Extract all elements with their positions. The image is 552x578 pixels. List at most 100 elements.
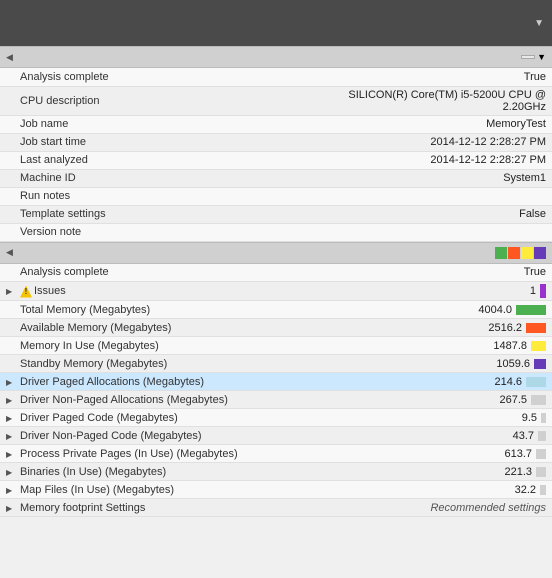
run-info-value: 2014-12-12 2:28:27 PM [304, 151, 552, 169]
memory-row-label: Memory footprint Settings [20, 502, 145, 514]
table-row[interactable]: ▶Driver Non-Paged Allocations (Megabytes… [0, 391, 552, 409]
bar-indicator [540, 485, 546, 495]
bar-indicator [540, 284, 546, 298]
run-info-label: Last analyzed [0, 151, 304, 169]
memory-row-label: Total Memory (Megabytes) [20, 304, 150, 316]
color-indicator-box [495, 247, 507, 259]
memory-label-cell: Analysis complete [0, 264, 304, 282]
memory-label-cell: ▶Map Files (In Use) (Megabytes) [0, 481, 304, 499]
table-row[interactable]: ▶!Issues 1 [0, 282, 552, 301]
memory-label-cell: ▶Binaries (In Use) (Megabytes) [0, 463, 304, 481]
table-row: Job name MemoryTest [0, 115, 552, 133]
memory-label-cell: Memory In Use (Megabytes) [0, 337, 304, 355]
memory-row-value: 1487.8 [493, 340, 527, 352]
expand-icon[interactable]: ▶ [6, 468, 20, 477]
memory-value-cell: 2516.2 [304, 319, 552, 337]
memory-label-cell: ▶Driver Non-Paged Code (Megabytes) [0, 427, 304, 445]
run-info-section: ◀ ▼ Analysis complete True CPU descripti… [0, 46, 552, 242]
memory-value-cell: 221.3 [304, 463, 552, 481]
memory-label-cell: ▶Memory footprint Settings [0, 499, 304, 517]
memory-row-label: Driver Non-Paged Code (Megabytes) [20, 430, 202, 442]
memory-row-value: 221.3 [504, 466, 532, 478]
memory-footprint-table: Analysis complete True ▶!Issues 1 Total … [0, 264, 552, 518]
select-rows-button[interactable] [521, 55, 535, 59]
select-rows-dropdown-icon[interactable]: ▼ [537, 52, 546, 62]
memory-value-cell: 32.2 [304, 481, 552, 499]
run-info-value: 2014-12-12 2:28:27 PM [304, 133, 552, 151]
table-row[interactable]: Memory In Use (Megabytes) 1487.8 [0, 337, 552, 355]
memory-row-label: Map Files (In Use) (Megabytes) [20, 484, 174, 496]
expand-icon[interactable]: ▶ [6, 414, 20, 423]
memory-collapse-icon[interactable]: ◀ [6, 247, 20, 258]
memory-row-label: Standby Memory (Megabytes) [20, 358, 167, 370]
memory-row-value: 267.5 [499, 394, 527, 406]
run-info-label: Analysis complete [0, 68, 304, 86]
expand-icon[interactable]: ▶ [6, 450, 20, 459]
memory-row-label: Memory In Use (Megabytes) [20, 340, 159, 352]
memory-row-label: Available Memory (Megabytes) [20, 322, 171, 334]
run-info-value: True [304, 68, 552, 86]
expand-icon[interactable]: ▶ [6, 486, 20, 495]
bar-indicator [531, 395, 546, 405]
run-info-value [304, 223, 552, 241]
table-row[interactable]: Available Memory (Megabytes) 2516.2 [0, 319, 552, 337]
memory-row-value: 2516.2 [488, 322, 522, 334]
expand-icon[interactable]: ▶ [6, 396, 20, 405]
table-row: CPU description SILICON(R) Core(TM) i5-5… [0, 86, 552, 115]
run-info-value [304, 187, 552, 205]
memory-label-cell: ▶Process Private Pages (In Use) (Megabyt… [0, 445, 304, 463]
memory-value-cell: True [304, 264, 552, 282]
memory-label-cell: ▶!Issues [0, 282, 304, 301]
table-row: Run notes [0, 187, 552, 205]
memory-value-cell: 1059.6 [304, 355, 552, 373]
bar-indicator [531, 341, 546, 351]
run-info-collapse-icon[interactable]: ◀ [6, 52, 20, 63]
memory-label-cell: ▶Driver Paged Allocations (Megabytes) [0, 373, 304, 391]
run-info-label: Run notes [0, 187, 304, 205]
table-row: Job start time 2014-12-12 2:28:27 PM [0, 133, 552, 151]
dropdown-arrow-icon[interactable]: ▼ [534, 18, 544, 29]
run-info-label: Job name [0, 115, 304, 133]
bar-indicator [526, 323, 546, 333]
memory-row-label: Process Private Pages (In Use) (Megabyte… [20, 448, 238, 460]
run-info-value: False [304, 205, 552, 223]
memory-row-value: 1059.6 [496, 358, 530, 370]
table-row[interactable]: ▶Map Files (In Use) (Megabytes) 32.2 [0, 481, 552, 499]
memory-color-indicators [495, 247, 546, 259]
run-info-value: MemoryTest [304, 115, 552, 133]
table-row[interactable]: ▶Process Private Pages (In Use) (Megabyt… [0, 445, 552, 463]
expand-icon[interactable]: ▶ [6, 378, 20, 387]
memory-row-value: 1 [530, 285, 536, 297]
warning-icon: ! [20, 286, 32, 298]
memory-row-label: Driver Paged Allocations (Megabytes) [20, 376, 204, 388]
table-row[interactable]: Standby Memory (Megabytes) 1059.6 [0, 355, 552, 373]
memory-row-value: 43.7 [513, 430, 534, 442]
table-row[interactable]: ▶Memory footprint Settings Recommended s… [0, 499, 552, 517]
memory-row-label: Issues [34, 285, 66, 297]
memory-label-cell: ▶Driver Paged Code (Megabytes) [0, 409, 304, 427]
table-row: Machine ID System1 [0, 169, 552, 187]
expand-icon[interactable]: ▶ [6, 287, 20, 296]
color-indicator-box [534, 247, 546, 259]
run-info-label: Job start time [0, 133, 304, 151]
memory-value-cell: 1 [304, 282, 552, 301]
memory-label-cell: Standby Memory (Megabytes) [0, 355, 304, 373]
table-row: Template settings False [0, 205, 552, 223]
table-row[interactable]: ▶Driver Paged Code (Megabytes) 9.5 [0, 409, 552, 427]
table-row[interactable]: ▶Binaries (In Use) (Megabytes) 221.3 [0, 463, 552, 481]
table-row[interactable]: Total Memory (Megabytes) 4004.0 [0, 301, 552, 319]
table-row[interactable]: ▶Driver Non-Paged Code (Megabytes) 43.7 [0, 427, 552, 445]
expand-icon[interactable]: ▶ [6, 504, 20, 513]
memory-row-value: 214.6 [494, 376, 522, 388]
expand-icon[interactable]: ▶ [6, 432, 20, 441]
memory-label-cell: Available Memory (Megabytes) [0, 319, 304, 337]
memory-value-cell: Recommended settings [304, 499, 552, 517]
table-row[interactable]: Analysis complete True [0, 264, 552, 282]
memory-row-label: Driver Paged Code (Megabytes) [20, 412, 178, 424]
run-info-value: SILICON(R) Core(TM) i5-5200U CPU @ 2.20G… [304, 86, 552, 115]
bar-indicator [536, 467, 546, 477]
memory-row-value: Recommended settings [430, 502, 546, 514]
table-row: Version note [0, 223, 552, 241]
table-row[interactable]: ▶Driver Paged Allocations (Megabytes) 21… [0, 373, 552, 391]
memory-row-label: Binaries (In Use) (Megabytes) [20, 466, 166, 478]
